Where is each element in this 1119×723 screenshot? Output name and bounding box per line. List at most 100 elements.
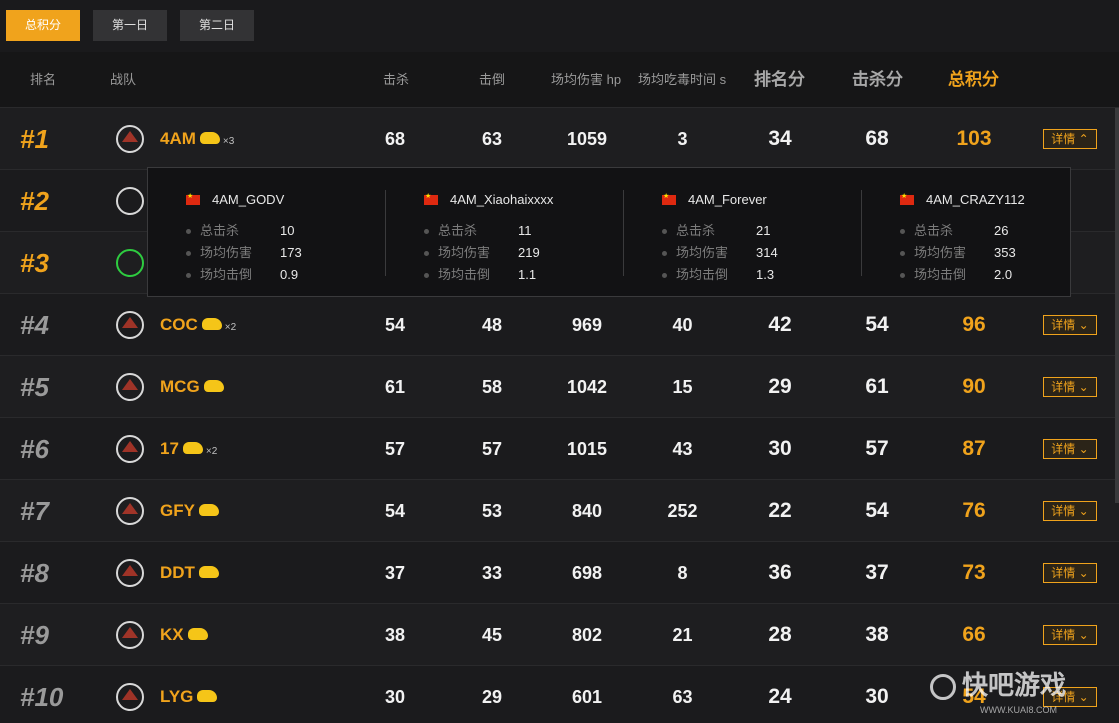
rank-points-value: 24 <box>768 685 792 708</box>
detail-label: 详情 <box>1051 132 1076 146</box>
stat-value: 353 <box>994 245 1016 260</box>
rank-label: #6 <box>20 434 49 464</box>
stat-value: 219 <box>518 245 540 260</box>
kill-points-value: 61 <box>865 375 889 398</box>
header-avg-poison-time: 场均吃毒时间 s <box>638 72 727 87</box>
team-name-cell: LYG <box>160 666 218 723</box>
table-row: #8 DDT 37 33 698 8 36 37 73 详情 ⌄ <box>0 542 1119 604</box>
team-name: DDT <box>160 563 195 582</box>
team-name-cell: KX <box>160 604 208 666</box>
tab-bar: 总积分 第一日 第二日 <box>0 0 1119 52</box>
bullet-icon <box>900 273 905 279</box>
team-logo-icon <box>116 311 144 339</box>
team-name: GFY <box>160 501 195 520</box>
team-logo-icon <box>116 187 144 215</box>
player-stat-row: 场均击倒 0.9 <box>186 264 298 283</box>
header-downs: 击倒 <box>479 72 506 87</box>
player-stat-row: 场均伤害 173 <box>186 242 302 261</box>
detail-button[interactable]: 详情 ⌄ <box>1043 315 1097 335</box>
kills-value: 61 <box>384 377 406 397</box>
team-name: 17 <box>160 439 179 458</box>
stat-label: 场均伤害 <box>676 245 729 260</box>
total-points-value: 103 <box>956 127 992 150</box>
downs-value: 48 <box>481 315 503 335</box>
stat-label: 场均击倒 <box>200 267 253 282</box>
tab-total-points[interactable]: 总积分 <box>6 10 80 41</box>
stat-value: 0.9 <box>280 267 299 282</box>
stat-value: 21 <box>756 223 771 238</box>
header-kills: 击杀 <box>383 72 410 87</box>
total-points-value: 90 <box>962 375 986 398</box>
kills-value: 37 <box>384 563 406 583</box>
header-team: 战队 <box>110 72 137 87</box>
avg-damage-value: 698 <box>571 563 603 583</box>
player-stat-row: 总击杀 11 <box>424 220 532 239</box>
stat-value: 314 <box>756 245 778 260</box>
detail-label: 详情 <box>1051 628 1076 642</box>
kills-value: 38 <box>384 625 406 645</box>
tab-day-two[interactable]: 第二日 <box>180 10 254 41</box>
header-avg-damage: 场均伤害 hp <box>551 72 622 87</box>
detail-button[interactable]: 详情 ⌄ <box>1043 377 1097 397</box>
avg-damage-value: 969 <box>571 315 603 335</box>
team-name: COC <box>160 315 198 334</box>
downs-value: 53 <box>481 501 503 521</box>
downs-value: 29 <box>481 687 503 707</box>
downs-value: 33 <box>481 563 503 583</box>
stat-label: 场均击倒 <box>438 267 491 282</box>
downs-value: 63 <box>481 129 503 149</box>
kill-points-value: 54 <box>865 499 889 522</box>
stat-value: 1.1 <box>518 267 537 282</box>
detail-label: 详情 <box>1051 380 1076 394</box>
player-stat-column: 4AM_Xiaohaixxxx 总击杀 11 场均伤害 219 场均击倒 1.1 <box>386 168 624 298</box>
detail-button[interactable]: 详情 ⌃ <box>1043 129 1097 149</box>
chevron-down-icon: ⌄ <box>1078 690 1089 704</box>
team-logo-icon <box>116 497 144 525</box>
table-row: #6 17 ×2 57 57 1015 43 30 57 87 详情 ⌄ <box>0 418 1119 480</box>
detail-button[interactable]: 详情 ⌄ <box>1043 439 1097 459</box>
table-row: #5 MCG 61 58 1042 15 29 61 90 详情 ⌄ <box>0 356 1119 418</box>
detail-button[interactable]: 详情 ⌄ <box>1043 501 1097 521</box>
team-name-cell: MCG <box>160 356 224 418</box>
avg-poison-time-value: 252 <box>667 501 698 521</box>
chevron-down-icon: ⌄ <box>1078 566 1089 580</box>
avg-damage-value: 802 <box>571 625 603 645</box>
detail-label: 详情 <box>1051 318 1076 332</box>
stat-value: 1.3 <box>756 267 775 282</box>
player-stat-row: 总击杀 26 <box>900 220 1008 239</box>
scrollbar[interactable] <box>1115 108 1119 503</box>
player-name: 4AM_GODV <box>212 192 285 207</box>
team-name: MCG <box>160 377 200 396</box>
player-stat-row: 总击杀 10 <box>186 220 294 239</box>
detail-button[interactable]: 详情 ⌄ <box>1043 625 1097 645</box>
player-stat-row: 场均伤害 314 <box>662 242 778 261</box>
detail-button[interactable]: 详情 ⌄ <box>1043 563 1097 583</box>
stat-value: 10 <box>280 223 295 238</box>
stat-label: 场均伤害 <box>200 245 253 260</box>
stat-label: 场均击倒 <box>676 267 729 282</box>
team-name-cell: DDT <box>160 542 219 604</box>
chicken-dinner-icon <box>203 379 224 392</box>
stat-label: 场均伤害 <box>438 245 491 260</box>
watermark-icon <box>930 674 956 701</box>
tab-day-one[interactable]: 第一日 <box>93 10 167 41</box>
detail-label: 详情 <box>1051 442 1076 456</box>
watermark-logo: 快吧游戏 <box>930 665 1066 702</box>
kills-value: 68 <box>384 129 406 149</box>
avg-damage-value: 1015 <box>566 439 608 459</box>
kill-points-value: 30 <box>865 685 889 708</box>
team-name-cell: COC ×2 <box>160 294 236 356</box>
total-points-value: 66 <box>962 623 986 646</box>
player-stat-row: 场均击倒 2.0 <box>900 264 1012 283</box>
chicken-dinner-icon <box>198 565 219 578</box>
header-rank: 排名 <box>30 72 57 87</box>
chicken-count: ×2 <box>205 446 218 457</box>
avg-poison-time-value: 40 <box>672 315 693 335</box>
player-stat-row: 场均伤害 219 <box>424 242 540 261</box>
rank-label: #1 <box>20 124 49 154</box>
detail-label: 详情 <box>1051 566 1076 580</box>
avg-poison-time-value: 3 <box>677 129 688 149</box>
chevron-down-icon: ⌄ <box>1078 504 1089 518</box>
rank-label: #5 <box>20 372 49 402</box>
china-flag-icon <box>662 192 676 205</box>
